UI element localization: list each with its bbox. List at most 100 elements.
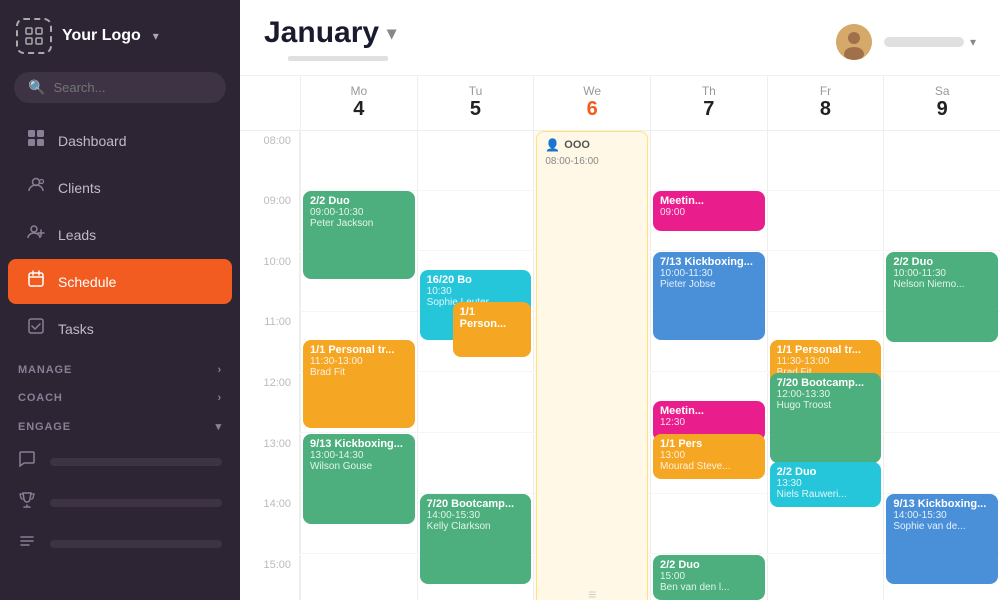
trophy-icon [18,491,38,514]
logo-area[interactable]: Your Logo ▾ [0,0,240,72]
cell-th-1200[interactable]: Meetin... 12:30 [650,373,767,433]
engage-section-header[interactable]: ENGAGE ▾ [0,408,240,437]
engage-list-bar [50,540,222,548]
event-time: 13:00 [660,450,758,461]
event-mo-personal[interactable]: 1/1 Personal tr... 11:30-13:00 Brad Fit [303,340,415,428]
time-label-1100: 11:00 [240,312,300,372]
cell-fr-0900[interactable] [767,191,884,251]
calendar-grid: Mo 4 Tu 5 We 6 Th 7 Fr 8 Sa 9 [240,76,1000,600]
ooo-time: 08:00-16:00 [545,156,639,167]
time-label-1500: 15:00 [240,555,300,600]
cell-tu-1200[interactable] [417,373,534,433]
cell-mo-0900[interactable]: 2/2 Duo 09:00-10:30 Peter Jackson [300,191,417,251]
coach-section-header[interactable]: COACH › [0,380,240,408]
avatar[interactable] [836,24,872,60]
event-title: Meetin... [660,405,758,417]
header-right: ▾ [836,24,976,60]
event-th-pers[interactable]: 1/1 Pers 13:00 Mourad Steve... [653,434,765,479]
cell-fr-1500[interactable] [767,555,884,600]
cell-th-0800[interactable] [650,131,767,191]
tasks-label: Tasks [58,321,94,337]
engage-label: ENGAGE [18,421,71,433]
tasks-icon [26,317,46,340]
event-tu-bootcamp[interactable]: 7/20 Bootcamp... 14:00-15:30 Kelly Clark… [420,494,532,584]
time-label-0900: 09:00 [240,191,300,251]
engage-chevron: ▾ [216,420,222,433]
time-label-1200: 12:00 [240,373,300,433]
event-th-meeting1[interactable]: Meetin... 09:00 [653,191,765,231]
cell-mo-0800[interactable] [300,131,417,191]
search-icon: 🔍 [28,79,45,96]
cell-tu-1000[interactable]: 16/20 Bo 10:30 Sophie Leuter... 1/1 Pers… [417,252,534,312]
month-name: January [264,16,379,50]
event-name: Brad Fit [310,367,408,378]
cell-sa-0900[interactable] [883,191,1000,251]
chat-icon [18,450,38,473]
clients-label: Clients [58,180,101,196]
month-chevron: ▾ [387,23,396,44]
event-mo-duo[interactable]: 2/2 Duo 09:00-10:30 Peter Jackson [303,191,415,279]
cell-we-0900[interactable]: 👤 OOO 08:00-16:00 ≡ [533,191,650,251]
cell-th-1000[interactable]: 7/13 Kickboxing... 10:00-11:30 Pieter Jo… [650,252,767,312]
cell-th-1300[interactable]: 1/1 Pers 13:00 Mourad Steve... [650,434,767,494]
day-name-mo: Mo [305,84,413,98]
day-name-sa: Sa [888,84,996,98]
cell-sa-1300[interactable] [883,434,1000,494]
event-time: 12:00-13:30 [777,389,875,400]
time-label-1400: 14:00 [240,494,300,554]
cell-th-1500[interactable]: 2/2 Duo 15:00 Ben van den l... [650,555,767,600]
event-title: 1/1 Personal tr... [310,344,408,356]
event-time: 12:30 [660,417,758,428]
cell-fr-1000[interactable]: 1/1 Personal tr... 11:30-13:00 Brad Fit [767,252,884,312]
cell-tu-1400[interactable]: 7/20 Bootcamp... 14:00-15:30 Kelly Clark… [417,494,534,554]
cell-tu-1300[interactable] [417,434,534,494]
cell-sa-1200[interactable] [883,373,1000,433]
event-sa-kickboxing[interactable]: 9/13 Kickboxing... 14:00-15:30 Sophie va… [886,494,998,584]
cell-sa-0800[interactable] [883,131,1000,191]
day-name-we: We [538,84,646,98]
engage-item-trophy[interactable] [8,482,232,523]
day-name-tu: Tu [422,84,530,98]
nav-leads[interactable]: Leads [8,212,232,257]
event-name: Niels Rauweri... [777,489,875,500]
time-label-1300: 13:00 [240,434,300,494]
cell-tu-0900[interactable] [417,191,534,251]
event-fr-bootcamp[interactable]: 7/20 Bootcamp... 12:00-13:30 Hugo Troost [770,373,882,463]
nav-tasks[interactable]: Tasks [8,306,232,351]
cell-tu-0800[interactable] [417,131,534,191]
leads-icon [26,223,46,246]
event-th-kickboxing[interactable]: 7/13 Kickboxing... 10:00-11:30 Pieter Jo… [653,252,765,340]
nav-clients[interactable]: Clients [8,165,232,210]
cell-th-0900[interactable]: Meetin... 09:00 [650,191,767,251]
month-title[interactable]: January ▾ [264,16,412,50]
cell-fr-0800[interactable] [767,131,884,191]
nav-dashboard[interactable]: Dashboard [8,118,232,163]
search-input[interactable] [53,80,212,95]
event-mo-kickboxing[interactable]: 9/13 Kickboxing... 13:00-14:30 Wilson Go… [303,434,415,524]
cell-sa-1400[interactable]: 9/13 Kickboxing... 14:00-15:30 Sophie va… [883,494,1000,554]
day-name-th: Th [655,84,763,98]
event-fr-duo2[interactable]: 2/2 Duo 13:30 Niels Rauweri... [770,462,882,507]
engage-item-chat[interactable] [8,441,232,482]
engage-item-list[interactable] [8,523,232,564]
cell-th-1400[interactable] [650,494,767,554]
cell-mo-1300[interactable]: 9/13 Kickboxing... 13:00-14:30 Wilson Go… [300,434,417,494]
event-name: Wilson Gouse [310,461,408,472]
logo-text: Your Logo [62,27,141,45]
event-th-duo2[interactable]: 2/2 Duo 15:00 Ben van den l... [653,555,765,600]
nav-schedule[interactable]: Schedule [8,259,232,304]
time-label-1000: 10:00 [240,252,300,312]
user-name-area[interactable]: ▾ [884,35,976,49]
ooo-event[interactable]: 👤 OOO 08:00-16:00 ≡ [536,131,648,600]
calendar-container[interactable]: Mo 4 Tu 5 We 6 Th 7 Fr 8 Sa 9 [240,76,1000,600]
event-tu-personal[interactable]: 1/1 Person... [453,302,532,357]
cell-mo-1500[interactable] [300,555,417,600]
search-bar[interactable]: 🔍 [14,72,226,103]
event-sa-duo[interactable]: 2/2 Duo 10:00-11:30 Nelson Niemo... [886,252,998,342]
coach-label: COACH [18,392,63,404]
cell-sa-1000[interactable]: 2/2 Duo 10:00-11:30 Nelson Niemo... [883,252,1000,312]
logo-icon [16,18,52,54]
cell-fr-1200[interactable]: 7/20 Bootcamp... 12:00-13:30 Hugo Troost [767,373,884,433]
cell-mo-1100[interactable]: 1/1 Personal tr... 11:30-13:00 Brad Fit [300,312,417,372]
manage-section-header[interactable]: MANAGE › [0,352,240,380]
